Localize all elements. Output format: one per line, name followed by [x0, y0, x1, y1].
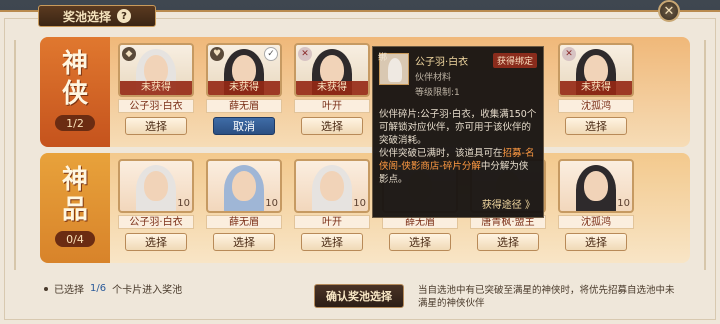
character-portrait[interactable]: 10: [558, 159, 634, 213]
character-portrait[interactable]: ♥ ✓ 未获得: [206, 43, 282, 97]
select-button[interactable]: 选择: [301, 233, 363, 251]
character-portrait[interactable]: ◆ 未获得: [118, 43, 194, 97]
acquire-route-link[interactable]: 获得途径 》: [482, 196, 535, 211]
select-button[interactable]: 选择: [477, 233, 539, 251]
x-icon: ✕: [562, 47, 576, 61]
tier-char-1: 神: [61, 49, 88, 79]
status-tag: 未获得: [120, 81, 192, 95]
item-count: 10: [617, 198, 630, 209]
character-card[interactable]: 10 公子羽·白衣 选择: [118, 159, 194, 251]
tier-char-1: 神: [61, 165, 88, 195]
item-count: 10: [177, 198, 190, 209]
item-tooltip: 绑 公子羽·白衣 伙伴材料 等级限制:1 获得绑定 伙伴碎片:公子羽·白衣，收集…: [372, 46, 544, 218]
tooltip-title: 公子羽·白衣: [415, 57, 469, 68]
character-name: 薛无眉: [206, 99, 282, 113]
character-portrait[interactable]: ✕ 未获得: [294, 43, 370, 97]
character-name: 公子羽·白衣: [118, 99, 194, 113]
selection-text-pre: 已选择: [54, 285, 84, 296]
character-card[interactable]: 10 沈孤鸿 选择: [558, 159, 634, 251]
tier-row-shenpin: 神 品 0/4 10 公子羽·白衣 选择 10 薛无眉 选择 10 叶开 选择 …: [40, 153, 690, 263]
confirm-pool-button[interactable]: 确认奖池选择: [314, 284, 404, 308]
select-button[interactable]: 选择: [125, 117, 187, 135]
pool-hint: 当自选池中有已突破至满星的神侠时，将优先招募自选池中未满星的神侠伙伴: [418, 285, 675, 309]
selection-text-post: 个卡片进入奖池: [112, 285, 183, 296]
character-portrait[interactable]: 10: [118, 159, 194, 213]
tooltip-description: 伙伴碎片:公子羽·白衣，收集满150个可解锁对应伙伴，亦可用于该伙伴的突破消耗。…: [379, 108, 537, 186]
character-portrait[interactable]: 10: [294, 159, 370, 213]
close-button[interactable]: ✕: [658, 0, 680, 22]
tooltip-desc-1: 伙伴碎片:公子羽·白衣，收集满150个可解锁对应伙伴，亦可用于该伙伴的突破消耗。: [379, 109, 537, 146]
select-button[interactable]: 选择: [565, 117, 627, 135]
heart-icon: ♥: [210, 47, 224, 61]
tooltip-level: 等级限制:1: [415, 88, 460, 98]
tier-row-shenxia: 神 侠 1/2 ◆ 未获得 公子羽·白衣 选择 ♥ ✓ 未获得 薛无眉 取消 ✕ 未获得…: [40, 37, 690, 147]
select-button[interactable]: 选择: [565, 233, 627, 251]
tier-char-2: 品: [61, 195, 88, 225]
item-count: 10: [353, 198, 366, 209]
select-button[interactable]: 选择: [389, 233, 451, 251]
selection-count: 1/6: [90, 283, 107, 294]
selection-status: 已选择 1/6 个卡片进入奖池: [44, 281, 182, 296]
character-card[interactable]: ◆ 未获得 公子羽·白衣 选择: [118, 43, 194, 135]
character-name: 沈孤鸿: [558, 99, 634, 113]
select-button[interactable]: 选择: [125, 233, 187, 251]
character-name: 叶开: [294, 99, 370, 113]
status-tag: 未获得: [208, 81, 280, 95]
character-card[interactable]: 10 薛无眉 选择: [206, 159, 282, 251]
bullet-icon: [44, 286, 48, 291]
cancel-button[interactable]: 取消: [213, 117, 275, 135]
tier-count: 0/4: [55, 231, 95, 247]
checkmark-icon: ✓: [264, 47, 278, 61]
character-card[interactable]: ✕ 未获得 沈孤鸿 选择: [558, 43, 634, 135]
status-tag: 未获得: [560, 81, 632, 95]
tier-char-2: 侠: [61, 79, 88, 109]
title-text: 奖池选择: [62, 9, 111, 24]
character-card[interactable]: ♥ ✓ 未获得 薛无眉 取消: [206, 43, 282, 135]
bound-label: 绑: [378, 53, 388, 63]
select-button[interactable]: 选择: [213, 233, 275, 251]
tier-label: 神 侠 1/2: [40, 37, 110, 147]
x-icon: ✕: [298, 47, 312, 61]
select-button[interactable]: 选择: [301, 117, 363, 135]
left-decoration: [6, 40, 24, 270]
status-tag: 未获得: [296, 81, 368, 95]
character-name: 公子羽·白衣: [118, 215, 194, 229]
shield-icon: ◆: [122, 47, 136, 61]
bind-badge: 获得绑定: [492, 53, 537, 68]
item-count: 10: [265, 198, 278, 209]
character-portrait[interactable]: ✕ 未获得: [558, 43, 634, 97]
tooltip-desc-2a: 伙伴突破已满时，该道具可在: [379, 148, 503, 159]
help-icon[interactable]: ?: [117, 9, 131, 23]
tooltip-type: 伙伴材料: [415, 73, 452, 83]
right-decoration: [696, 40, 714, 270]
character-name: 沈孤鸿: [558, 215, 634, 229]
close-icon: ✕: [663, 3, 675, 19]
character-name: 薛无眉: [206, 215, 282, 229]
tier-label: 神 品 0/4: [40, 153, 110, 263]
character-portrait[interactable]: 10: [206, 159, 282, 213]
character-card[interactable]: ✕ 未获得 叶开 选择: [294, 43, 370, 135]
character-name: 叶开: [294, 215, 370, 229]
item-thumbnail: 绑: [378, 53, 409, 85]
tier-count: 1/2: [55, 115, 95, 131]
character-card[interactable]: 10 叶开 选择: [294, 159, 370, 251]
window-title: 奖池选择 ?: [38, 5, 156, 27]
